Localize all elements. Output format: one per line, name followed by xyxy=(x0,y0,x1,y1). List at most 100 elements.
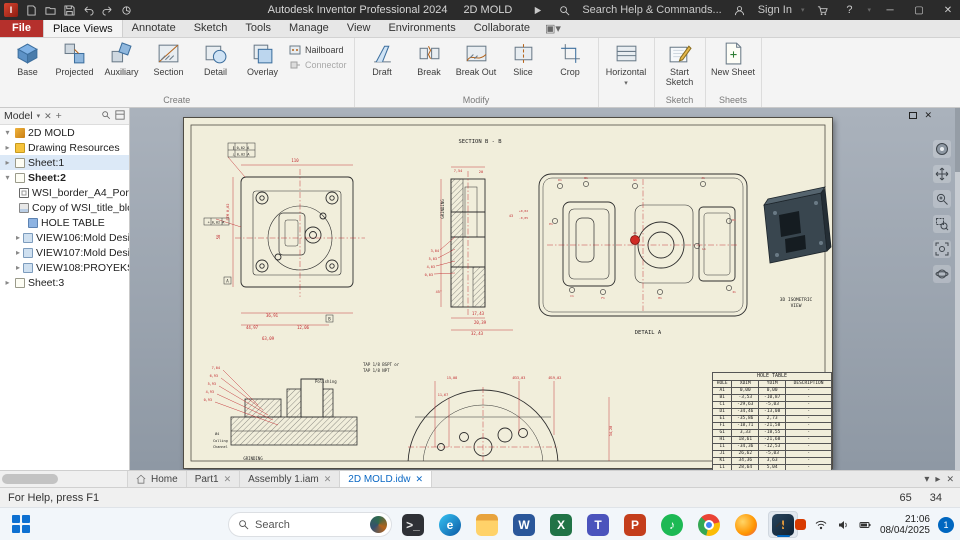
group-label-sheets[interactable]: Sheets xyxy=(711,94,756,107)
close-tab-icon[interactable]: ✕ xyxy=(416,474,424,485)
open-folder-icon[interactable] xyxy=(41,2,59,18)
tree-item[interactable]: ▸ VIEW108:PROYEKSI.ip... xyxy=(0,260,129,275)
notification-badge[interactable]: 1 xyxy=(938,516,954,533)
draft-button[interactable]: Draft xyxy=(360,40,405,77)
hole-table[interactable]: HOLE TABLE HOLE XDIM YDIM DESCRIPTION A1 0,0… xyxy=(711,372,832,470)
search-daily-image[interactable] xyxy=(370,516,387,533)
section-button[interactable]: Section xyxy=(146,40,191,77)
selected-hole[interactable] xyxy=(630,235,640,245)
tree-expander-icon[interactable]: ▸ xyxy=(3,278,12,287)
hole-table-row[interactable]: H1 18,61 -21,68- xyxy=(711,436,832,444)
tree-expander-icon[interactable]: ▸ xyxy=(16,263,20,272)
taskbar-search[interactable]: Search xyxy=(228,512,392,537)
taskbar-app-edge[interactable]: e xyxy=(435,511,465,538)
horizontal-scrollbar[interactable] xyxy=(0,471,128,487)
hole-table-row[interactable]: C1 -29,63 -5,03- xyxy=(711,401,832,409)
close-tab-icon[interactable]: ✕ xyxy=(324,474,332,485)
zoom-window-icon[interactable] xyxy=(933,215,951,233)
tab-place-views[interactable]: Place Views xyxy=(42,19,123,37)
play-icon[interactable] xyxy=(528,2,546,18)
start-sketch-button[interactable]: Start Sketch xyxy=(660,40,700,87)
hole-table-row[interactable]: A1 0,00 0,00- xyxy=(711,387,832,395)
vertical-scrollbar[interactable] xyxy=(955,108,960,470)
new-file-icon[interactable] xyxy=(22,2,40,18)
hole-table-row[interactable]: F1 -18,71 -21,58- xyxy=(711,422,832,430)
update-icon[interactable] xyxy=(117,2,135,18)
tree-item[interactable]: Copy of WSI_title_bloc... xyxy=(0,200,129,215)
iso-view[interactable] xyxy=(763,186,832,264)
battery-icon[interactable] xyxy=(858,518,872,532)
redo-icon[interactable] xyxy=(98,2,116,18)
browser-caret-icon[interactable]: ▾ xyxy=(37,112,41,120)
new-sheet-button[interactable]: New Sheet xyxy=(711,40,756,77)
overlay-button[interactable]: Overlay xyxy=(240,40,285,77)
tree-expander-icon[interactable]: ▸ xyxy=(3,143,12,152)
tabbar-close-icon[interactable]: ✕ xyxy=(946,474,954,485)
crop-button[interactable]: Crop xyxy=(548,40,593,77)
tray-app-icon[interactable] xyxy=(794,519,806,530)
hole-table-row[interactable]: G1 3,33 -18,55- xyxy=(711,429,832,437)
minimize-button[interactable]: ─ xyxy=(880,1,900,19)
tree-expander-icon[interactable]: ▸ xyxy=(16,233,20,242)
tree-item[interactable]: ▸ VIEW106:Mold Design... xyxy=(0,230,129,245)
sign-in-caret-icon[interactable]: ▾ xyxy=(801,6,805,14)
help-caret-icon[interactable]: ▾ xyxy=(867,6,871,14)
pan-icon[interactable] xyxy=(933,165,951,183)
browser-close-icon[interactable]: ✕ xyxy=(44,111,52,122)
zoom-icon[interactable] xyxy=(933,190,951,208)
tree-item[interactable]: ▸ Sheet:3 xyxy=(0,275,129,290)
hole-table-row[interactable]: K1 34,36 3,63- xyxy=(711,457,832,465)
taskbar-app-word[interactable]: W xyxy=(509,511,539,538)
tab-list-icon[interactable]: ▾ xyxy=(924,474,929,485)
browser-filter-icon[interactable] xyxy=(115,109,125,123)
volume-icon[interactable] xyxy=(836,518,850,532)
save-icon[interactable] xyxy=(60,2,78,18)
tab-view[interactable]: View xyxy=(338,19,380,37)
tray-chevron-icon[interactable] xyxy=(773,518,787,532)
browser-title[interactable]: Model xyxy=(4,110,33,122)
connector-button[interactable]: Connector xyxy=(289,59,347,71)
tree-item[interactable]: ▸ Drawing Resources xyxy=(0,140,129,155)
tree-item[interactable]: ▸ Sheet:1 xyxy=(0,155,129,170)
auxiliary-button[interactable]: Auxiliary xyxy=(99,40,144,77)
tree-item[interactable]: ▸ VIEW107:Mold Design... xyxy=(0,245,129,260)
sign-in-button[interactable]: Sign In xyxy=(758,4,792,16)
detail-button[interactable]: Detail xyxy=(193,40,238,77)
group-label-create[interactable]: Create xyxy=(5,94,349,107)
vertical-scrollbar-thumb[interactable] xyxy=(955,108,960,172)
base-button[interactable]: Base xyxy=(5,40,50,77)
taskbar-app-firefox[interactable] xyxy=(731,511,761,538)
taskbar-clock[interactable]: 21:06 08/04/2025 xyxy=(880,514,930,536)
group-label-sketch[interactable]: Sketch xyxy=(660,94,700,107)
browser-search-icon[interactable] xyxy=(101,110,111,123)
group-label-modify[interactable]: Modify xyxy=(360,94,593,107)
taskbar-app-terminal[interactable]: >_ xyxy=(398,511,428,538)
tree-item[interactable]: HOLE TABLE xyxy=(0,215,129,230)
tab-file[interactable]: File xyxy=(0,19,43,37)
horizontal-button[interactable]: Horizontal ▾ xyxy=(604,40,649,89)
undo-icon[interactable] xyxy=(79,2,97,18)
tab-sketch[interactable]: Sketch xyxy=(185,19,237,37)
close-button[interactable]: ✕ xyxy=(938,1,958,19)
orbit-icon[interactable] xyxy=(933,265,951,283)
tree-expander-icon[interactable]: ▾ xyxy=(3,173,12,182)
maximize-button[interactable]: ▢ xyxy=(909,1,929,19)
tab-home[interactable]: Home xyxy=(128,471,187,487)
tree-item[interactable]: WSI_border_A4_Portra... xyxy=(0,185,129,200)
hole-table-row[interactable]: J1 26,62 -5,03- xyxy=(711,450,832,458)
hole-table-row[interactable]: I1 -34,36 -12,53- xyxy=(711,443,832,451)
tree-item[interactable]: ▾ 2D MOLD xyxy=(0,125,129,140)
cart-icon[interactable] xyxy=(813,2,831,18)
doc-close-icon[interactable]: ✕ xyxy=(924,111,932,120)
help-icon[interactable]: ? xyxy=(840,2,858,18)
tab-part1[interactable]: Part1 ✕ xyxy=(187,471,241,487)
taskbar-app-file-explorer[interactable] xyxy=(472,511,502,538)
zoom-all-icon[interactable] xyxy=(933,240,951,258)
tree-expander-icon[interactable]: ▸ xyxy=(16,248,20,257)
tree-item[interactable]: ▾ Sheet:2 xyxy=(0,170,129,185)
browser-add-icon[interactable]: + xyxy=(56,110,62,122)
break-out-button[interactable]: Break Out xyxy=(454,40,499,77)
tab-collaborate[interactable]: Collaborate xyxy=(465,19,539,37)
tab-2dmold-idw[interactable]: 2D MOLD.idw ✕ xyxy=(340,471,433,487)
ribbon-options-icon[interactable]: ▣▾ xyxy=(539,19,567,37)
